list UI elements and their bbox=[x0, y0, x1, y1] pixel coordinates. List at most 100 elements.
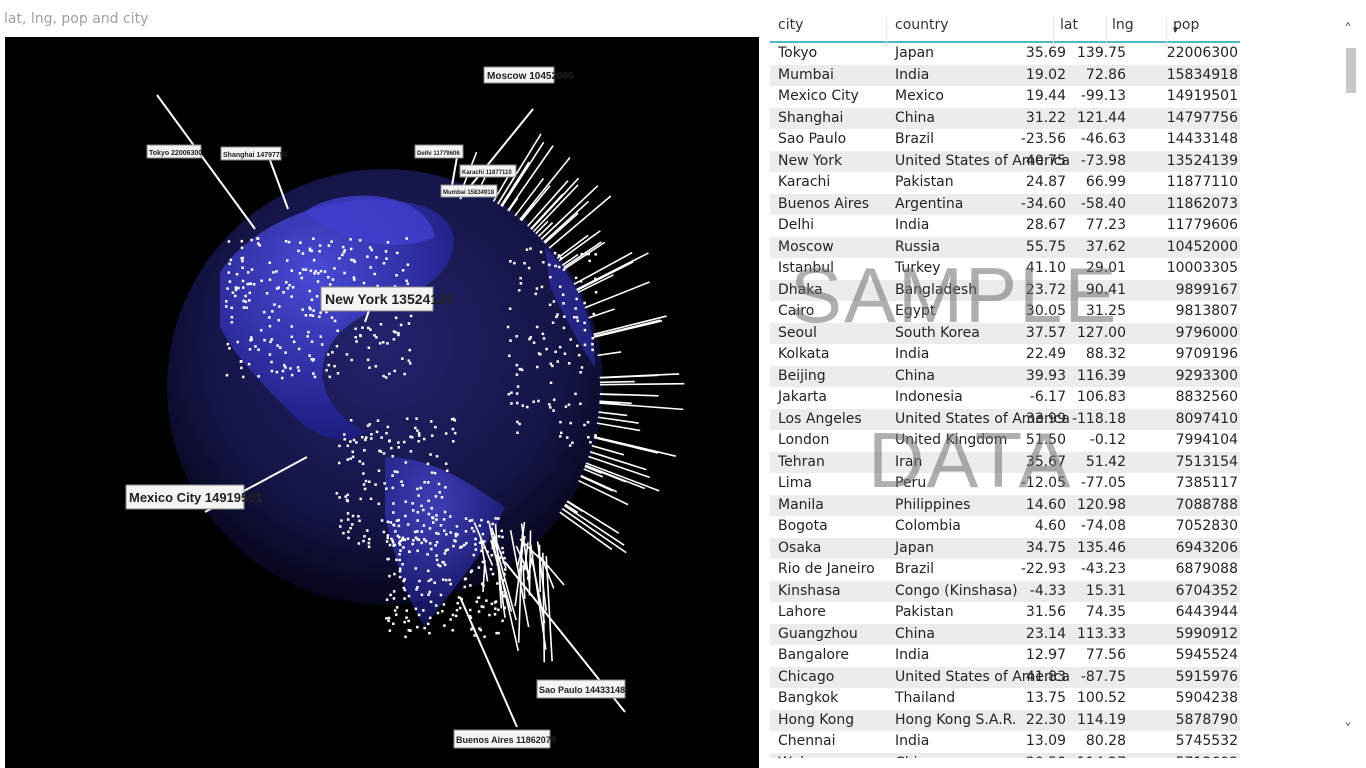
table-row[interactable]: Bangalore India 12.97 77.56 5945524 bbox=[770, 645, 1240, 667]
table-row[interactable]: Kinshasa Congo (Kinshasa) -4.33 15.31 670435… bbox=[770, 580, 1240, 602]
table-row[interactable]: Osaka Japan 34.75 135.46 6943206 bbox=[770, 537, 1240, 559]
table-row[interactable]: Buenos Aires Argentina -34.60 -58.40 1186207… bbox=[770, 193, 1240, 215]
city-dot bbox=[282, 291, 285, 294]
city-dot bbox=[256, 237, 260, 240]
table-row[interactable]: Sao Paulo Brazil -23.56 -46.63 14433148 bbox=[770, 129, 1240, 151]
table-row[interactable]: Tokyo Japan 35.69 139.75 22006300 bbox=[770, 43, 1240, 65]
city-dot bbox=[363, 535, 366, 538]
city-dot bbox=[398, 567, 402, 570]
table-row[interactable]: Bangkok Thailand 13.75 100.52 5904238 bbox=[770, 688, 1240, 710]
city-dot bbox=[346, 458, 349, 461]
city-dot bbox=[375, 256, 378, 259]
city-dot bbox=[231, 291, 235, 294]
city-dot bbox=[230, 306, 234, 310]
table-row[interactable]: London United Kingdom 51.50 -0.12 7994104 bbox=[770, 430, 1240, 452]
city-dot bbox=[226, 287, 229, 290]
city-dot bbox=[409, 450, 413, 453]
sort-desc-icon[interactable]: ▾ bbox=[1173, 25, 1178, 36]
cell-lng: -118.18 bbox=[1071, 410, 1126, 427]
table-row[interactable]: Lahore Pakistan 31.56 74.35 6443944 bbox=[770, 602, 1240, 624]
city-dot bbox=[364, 436, 368, 439]
city-dot bbox=[389, 521, 393, 524]
city-dot bbox=[573, 315, 576, 319]
city-dot bbox=[343, 437, 346, 441]
table-row[interactable]: Jakarta Indonesia -6.17 106.83 8832560 bbox=[770, 387, 1240, 409]
city-dot bbox=[435, 531, 438, 535]
city-dot bbox=[418, 579, 421, 583]
city-dot bbox=[464, 530, 468, 533]
table-row[interactable]: Chicago United States of America 41.83 -87.… bbox=[770, 666, 1240, 688]
scroll-up-icon[interactable]: ˄ bbox=[1344, 20, 1352, 39]
table-row[interactable]: Rio de Janeiro Brazil -22.93 -43.23 6879088 bbox=[770, 559, 1240, 581]
city-dot bbox=[326, 276, 330, 279]
scroll-down-icon[interactable]: ˅ bbox=[1344, 720, 1352, 739]
table-row[interactable]: Mumbai India 19.02 72.86 15834918 bbox=[770, 64, 1240, 86]
city-dot bbox=[442, 518, 446, 521]
globe-svg[interactable]: Moscow 10452000 Tokyo 22006300 Shanghai … bbox=[5, 37, 759, 768]
table-row[interactable]: New York United States of America 40.75 -73… bbox=[770, 150, 1240, 172]
table-row[interactable]: Moscow Russia 55.75 37.62 10452000 bbox=[770, 236, 1240, 258]
city-dot bbox=[290, 269, 294, 272]
city-spike bbox=[593, 436, 658, 454]
city-dot bbox=[354, 336, 358, 339]
table-row[interactable]: Seoul South Korea 37.57 127.00 9796000 bbox=[770, 322, 1240, 344]
city-dot bbox=[403, 588, 407, 592]
cell-lng: 15.31 bbox=[1085, 582, 1126, 599]
table-row[interactable]: Istanbul Turkey 41.10 29.01 10003305 bbox=[770, 258, 1240, 280]
table-row[interactable]: Hong Kong Hong Kong S.A.R. 22.30 114.19 5878… bbox=[770, 709, 1240, 731]
cell-country: Mexico bbox=[895, 88, 944, 104]
table-row[interactable]: Beijing China 39.93 116.39 9293300 bbox=[770, 365, 1240, 387]
city-dot bbox=[384, 376, 388, 379]
table-row[interactable]: Bogota Colombia 4.60 -74.08 7052830 bbox=[770, 516, 1240, 538]
city-dot bbox=[312, 372, 315, 375]
city-dot bbox=[477, 610, 481, 613]
city-spike bbox=[593, 320, 663, 338]
header-lat[interactable]: lat bbox=[1060, 17, 1078, 33]
city-dot bbox=[549, 381, 553, 385]
cell-lat: 13.75 bbox=[1025, 690, 1066, 706]
table-row[interactable]: Delhi India 28.67 77.23 11779606 bbox=[770, 215, 1240, 237]
city-dot bbox=[391, 486, 395, 490]
table-row[interactable]: Mexico City Mexico 19.44 -99.13 14919501 bbox=[770, 86, 1240, 108]
table-row[interactable]: Kolkata India 22.49 88.32 9709196 bbox=[770, 344, 1240, 366]
city-dot bbox=[386, 520, 390, 524]
city-dot bbox=[435, 541, 439, 544]
table-row[interactable]: Guangzhou China 23.14 113.33 5990912 bbox=[770, 623, 1240, 645]
city-dot bbox=[392, 523, 396, 527]
city-dot bbox=[474, 543, 477, 546]
city-table[interactable]: city country lat lng pop ▾ Tokyo Japan 35.… bbox=[770, 11, 1240, 758]
header-country[interactable]: country bbox=[895, 17, 949, 33]
table-row[interactable]: Manila Philippines 14.60 120.98 7088788 bbox=[770, 494, 1240, 516]
table-row[interactable]: Shanghai China 31.22 121.44 14797756 bbox=[770, 107, 1240, 129]
city-dot bbox=[449, 515, 452, 518]
table-row[interactable]: Karachi Pakistan 24.87 66.99 11877110 bbox=[770, 172, 1240, 194]
city-dot bbox=[517, 289, 521, 292]
city-dot bbox=[386, 342, 389, 345]
table-row[interactable]: Los Angeles United States of America 33.99… bbox=[770, 408, 1240, 430]
city-dot bbox=[358, 460, 362, 463]
scrollbar-track[interactable] bbox=[1346, 45, 1356, 740]
header-lng[interactable]: lng bbox=[1112, 17, 1134, 33]
city-dot bbox=[576, 319, 580, 323]
cell-lng: 120.98 bbox=[1077, 496, 1126, 513]
city-dot bbox=[392, 338, 396, 341]
table-row[interactable]: Dhaka Bangladesh 23.72 90.41 9899167 bbox=[770, 279, 1240, 301]
city-dot bbox=[574, 392, 577, 396]
cell-city: Shanghai bbox=[778, 109, 844, 126]
globe-visual[interactable]: Moscow 10452000 Tokyo 22006300 Shanghai … bbox=[5, 37, 759, 768]
cell-country: Congo (Kinshasa) bbox=[895, 582, 1018, 599]
scrollbar-thumb[interactable] bbox=[1346, 48, 1356, 93]
table-row[interactable]: Chennai India 13.09 80.28 5745532 bbox=[770, 731, 1240, 753]
city-dot bbox=[562, 302, 565, 305]
table-row[interactable]: Lima Peru -12.05 -77.05 7385117 bbox=[770, 473, 1240, 495]
cell-lng: -73.98 bbox=[1080, 152, 1126, 169]
city-dot bbox=[271, 310, 274, 313]
table-row[interactable]: Cairo Egypt 30.05 31.25 9813807 bbox=[770, 301, 1240, 323]
city-dot bbox=[404, 514, 407, 518]
cell-lat: 4.60 bbox=[1034, 518, 1066, 534]
table-row[interactable]: Wuhan China 30.58 114.27 5713603 bbox=[770, 752, 1240, 758]
header-city[interactable]: city bbox=[778, 17, 803, 33]
city-dot bbox=[309, 269, 313, 273]
table-row[interactable]: Tehran Iran 35.67 51.42 7513154 bbox=[770, 451, 1240, 473]
city-dot bbox=[407, 322, 411, 325]
